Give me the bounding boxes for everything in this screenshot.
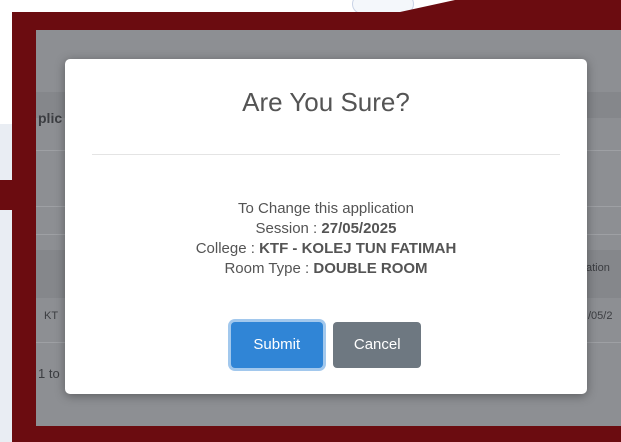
dialog-actions: Submit Cancel: [65, 322, 587, 368]
frame-left-notch: [0, 180, 36, 210]
college-value: KTF - KOLEJ TUN FATIMAH: [259, 240, 457, 257]
room-type-value: DOUBLE ROOM: [313, 260, 428, 277]
session-value: 27/05/2025: [321, 220, 397, 237]
dialog-divider: [92, 154, 560, 155]
dialog-title: Are You Sure?: [242, 87, 410, 117]
dimmed-row-code-fragment: KT: [44, 310, 59, 322]
room-type-label: Room Type :: [224, 260, 314, 277]
session-label: Session :: [255, 220, 322, 237]
dimmed-heading-fragment: plic: [38, 110, 63, 126]
submit-button[interactable]: Submit: [230, 322, 323, 368]
dialog-intro: To Change this application: [238, 200, 414, 217]
dialog-message: To Change this application Session : 27/…: [65, 199, 587, 279]
dimmed-paging-fragment: 1 to: [38, 366, 60, 381]
dimmed-date-fragment: /05/2: [588, 310, 613, 322]
confirmation-dialog: Are You Sure? To Change this application…: [65, 59, 587, 394]
cancel-button[interactable]: Cancel: [333, 322, 422, 368]
room-type-line: Room Type : DOUBLE ROOM: [65, 259, 587, 279]
page: plic KT 1 to ation /05/2 Are You Sure? T…: [0, 0, 621, 442]
college-line: College : KTF - KOLEJ TUN FATIMAH: [65, 239, 587, 259]
session-line: Session : 27/05/2025: [65, 219, 587, 239]
dimmed-column-fragment: ation: [586, 262, 610, 274]
college-label: College :: [195, 240, 260, 257]
